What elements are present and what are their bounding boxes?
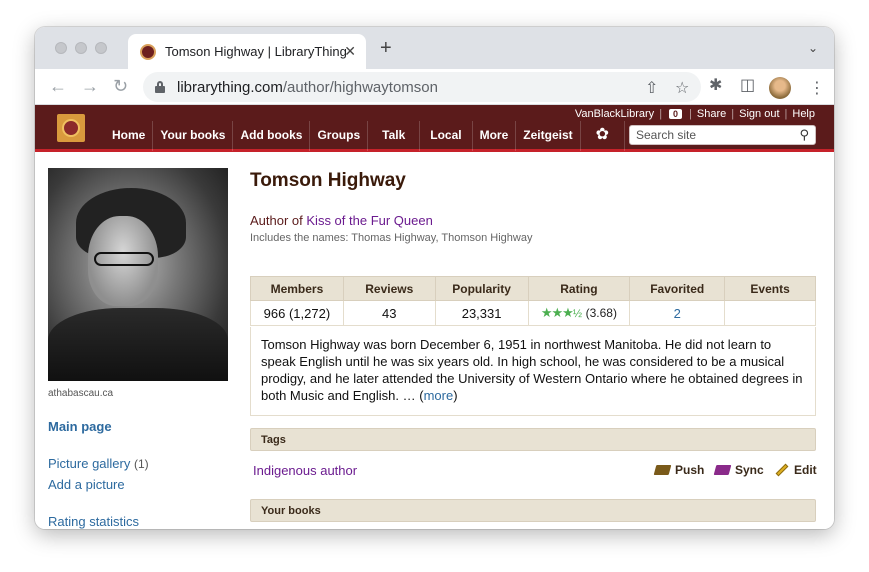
alternate-names: Includes the names: Thomas Highway, Thom… [250, 232, 533, 244]
page-content: athabascau.ca Main page Picture gallery … [35, 152, 834, 529]
url-text[interactable]: librarything.com/author/highwaytomson [177, 79, 438, 96]
members-header: Members [250, 276, 344, 301]
minimize-window-button[interactable] [75, 42, 87, 54]
share-link[interactable]: Share [697, 108, 726, 120]
favorited-header: Favorited [629, 276, 726, 301]
site-header: Home Your books Add books Groups Talk Lo… [35, 105, 834, 152]
help-link[interactable]: Help [792, 108, 815, 120]
events-value [724, 300, 816, 326]
lock-icon[interactable] [155, 81, 165, 93]
message-count-badge[interactable]: 0 [669, 109, 683, 119]
nav-add-books[interactable]: Add books [233, 121, 311, 151]
members-value: 966 (1,272) [250, 300, 344, 326]
reload-icon[interactable]: ↻ [113, 77, 128, 95]
close-window-button[interactable] [55, 42, 67, 54]
sync-button[interactable]: Sync [713, 463, 764, 477]
popularity-header: Popularity [434, 276, 529, 301]
your-books-section-header: Your books [250, 499, 816, 522]
favorited-value[interactable]: 2 [629, 300, 726, 326]
browser-menu-icon[interactable]: ⋮ [809, 78, 825, 98]
signout-link[interactable]: Sign out [739, 108, 779, 120]
nav-more[interactable]: More [473, 121, 517, 151]
tab-close-icon[interactable]: ✕ [344, 43, 356, 60]
share-icon[interactable]: ⇧ [645, 78, 658, 98]
browser-toolbar: ← → ↻ librarything.com/author/highwaytom… [35, 69, 834, 105]
forward-arrow-icon[interactable]: → [81, 77, 99, 95]
rating-value: ★★★½ (3.68) [527, 300, 631, 326]
rating-statistics-link[interactable]: Rating statistics [48, 514, 139, 529]
half-star-icon: ½ [572, 308, 582, 320]
new-tab-button[interactable]: + [380, 38, 392, 58]
site-search-input[interactable]: Search site ⚲ [629, 125, 816, 145]
address-bar[interactable]: librarything.com/author/highwaytomson ⇧ … [143, 72, 701, 102]
browser-window: Tomson Highway | LibraryThing ✕ + ⌄ ← → … [35, 27, 834, 529]
active-tab[interactable]: Tomson Highway | LibraryThing ✕ [128, 34, 366, 69]
stats-table: Members Reviews Popularity Rating Favori… [250, 276, 816, 326]
push-button[interactable]: Push [653, 463, 704, 477]
nav-zeitgeist[interactable]: Zeitgeist [516, 121, 581, 151]
picture-gallery-link[interactable]: Picture gallery (1) [48, 456, 149, 471]
reviews-header: Reviews [342, 276, 436, 301]
tags-section-header: Tags [250, 428, 816, 451]
edit-button[interactable]: Edit [775, 463, 817, 477]
author-bio: Tomson Highway was born December 6, 1951… [250, 327, 816, 416]
user-link[interactable]: VanBlackLibrary [575, 108, 654, 120]
zoom-window-button[interactable] [95, 42, 107, 54]
sync-book-icon [713, 465, 732, 475]
nav-local[interactable]: Local [420, 121, 473, 151]
user-links: VanBlackLibrary | 0 | Share | Sign out |… [574, 108, 815, 120]
profile-avatar[interactable] [769, 77, 791, 99]
extensions-puzzle-icon[interactable]: ✱ [709, 78, 722, 94]
side-panel-icon[interactable]: ◫ [740, 78, 755, 94]
author-of-line: Author of Kiss of the Fur Queen [250, 213, 433, 228]
push-book-icon [653, 465, 672, 475]
rating-header: Rating [527, 276, 631, 301]
reviews-value: 43 [342, 300, 436, 326]
site-nav: Home Your books Add books Groups Talk Lo… [105, 121, 626, 151]
rating-stars-icon: ★★★ [540, 305, 574, 320]
add-picture-link[interactable]: Add a picture [48, 477, 125, 492]
tab-strip: Tomson Highway | LibraryThing ✕ + ⌄ [35, 27, 834, 69]
nav-groups[interactable]: Groups [310, 121, 369, 151]
tag-indigenous-author[interactable]: Indigenous author [253, 463, 357, 478]
search-placeholder: Search site [636, 128, 697, 142]
librarything-logo[interactable] [57, 114, 85, 142]
nav-talk[interactable]: Talk [368, 121, 421, 151]
nav-your-books[interactable]: Your books [153, 121, 234, 151]
main-page-link[interactable]: Main page [48, 419, 112, 434]
photo-credit: athabascau.ca [48, 388, 114, 399]
tab-title: Tomson Highway | LibraryThing [165, 44, 347, 59]
pencil-icon [775, 463, 789, 477]
bio-text: Tomson Highway was born December 6, 1951… [261, 337, 803, 403]
back-arrow-icon[interactable]: ← [49, 77, 67, 95]
nav-home[interactable]: Home [105, 121, 154, 151]
page-title: Tomson Highway [250, 170, 406, 191]
swirl-icon[interactable]: ✿ [581, 121, 626, 151]
book-link[interactable]: Kiss of the Fur Queen [306, 213, 432, 228]
events-header: Events [724, 276, 816, 301]
author-photo[interactable] [48, 168, 228, 381]
popularity-value: 23,331 [434, 300, 529, 326]
bookmark-star-icon[interactable]: ☆ [675, 78, 689, 98]
tab-search-chevron-icon[interactable]: ⌄ [808, 41, 818, 55]
librarything-favicon-icon [140, 43, 156, 60]
more-link[interactable]: more [424, 388, 454, 403]
search-icon[interactable]: ⚲ [799, 127, 809, 143]
